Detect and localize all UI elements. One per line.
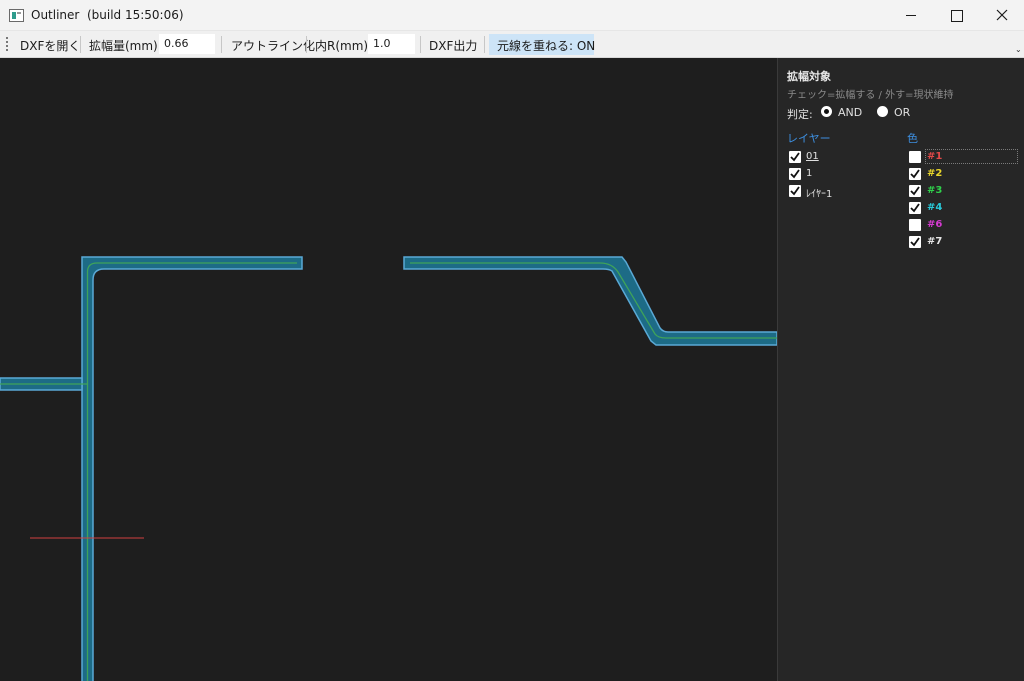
expansion-target-panel: 拡幅対象 チェック=拡幅する / 外す=現状維持 判定: AND OR レイヤー… (777, 58, 1024, 681)
close-button[interactable] (979, 0, 1024, 31)
checkmark-icon (910, 186, 920, 196)
open-dxf-button[interactable]: DXFを開く (20, 37, 80, 54)
toolbar-separator (80, 36, 81, 53)
checkmark-icon (910, 237, 920, 247)
color-checkbox-7[interactable] (909, 236, 921, 248)
app-window: Outliner (build 15:50:06) DXFを開く 拡幅量(mm)… (0, 0, 1024, 681)
toolbar-separator (420, 36, 421, 53)
checkmark-icon (910, 203, 920, 213)
layer-label-1[interactable]: 1 (806, 168, 812, 179)
color-checkbox-4[interactable] (909, 202, 921, 214)
layer-checkbox-layer1[interactable] (789, 185, 801, 197)
layers-heading: レイヤー (787, 132, 831, 145)
checkmark-icon (910, 169, 920, 179)
toolbar-grip-handle[interactable] (6, 37, 9, 52)
layer-checkbox-01[interactable] (789, 151, 801, 163)
color-checkbox-2[interactable] (909, 168, 921, 180)
mode-or-radio[interactable] (877, 106, 888, 117)
window-title: Outliner (build 15:50:06) (31, 8, 184, 22)
inner-radius-label: 内R(mm): (315, 39, 373, 53)
panel-hint: チェック=拡幅する / 外す=現状維持 (787, 90, 954, 101)
toolbar-overflow-icon[interactable]: ⌄ (1015, 45, 1022, 54)
layer-label-01[interactable]: 01 (806, 151, 819, 162)
outlined-path-left (0, 256, 303, 681)
title-bar: Outliner (build 15:50:06) (0, 0, 1024, 31)
outline-button[interactable]: アウトライン化 (231, 37, 315, 54)
expand-amount-input[interactable]: 0.66 (159, 34, 215, 54)
maximize-button[interactable] (933, 0, 979, 31)
drawing-canvas[interactable] (0, 58, 777, 681)
inner-radius-input[interactable]: 1.0 (368, 34, 415, 54)
mode-or-label[interactable]: OR (894, 106, 910, 119)
toolbar-separator (221, 36, 222, 53)
toolbar: DXFを開く 拡幅量(mm): 0.66 アウトライン化 内R(mm): 1.0… (0, 31, 1024, 58)
layer-label-layer1[interactable]: ﾚｲﾔｰ1 (806, 185, 832, 200)
checkmark-icon (790, 169, 800, 179)
colors-heading: 色 (907, 132, 918, 145)
toolbar-separator (306, 36, 307, 53)
color-label-1[interactable]: #1 (927, 151, 942, 162)
minimize-button[interactable] (888, 0, 934, 31)
checkmark-icon (790, 186, 800, 196)
color-label-2[interactable]: #2 (927, 168, 942, 179)
mode-and-radio[interactable] (821, 106, 832, 117)
color-checkbox-6[interactable] (909, 219, 921, 231)
overlay-original-toggle-label: 元線を重ねる: ON (497, 39, 596, 53)
checkmark-icon (790, 152, 800, 162)
color-label-4[interactable]: #4 (927, 202, 942, 213)
close-icon (996, 9, 1008, 21)
mode-label: 判定: (787, 108, 813, 121)
app-icon (9, 9, 24, 22)
toolbar-separator (484, 36, 485, 53)
color-label-3[interactable]: #3 (927, 185, 942, 196)
panel-title: 拡幅対象 (787, 70, 831, 83)
mode-and-label[interactable]: AND (838, 106, 862, 119)
color-label-6[interactable]: #6 (927, 219, 942, 230)
overlay-original-toggle[interactable]: 元線を重ねる: ON (489, 34, 596, 55)
color-checkbox-1[interactable] (909, 151, 921, 163)
dxf-export-button[interactable]: DXF出力 (429, 37, 477, 54)
expand-amount-label: 拡幅量(mm): (89, 39, 162, 53)
drawing-svg (0, 256, 777, 681)
outlined-path-right (403, 256, 777, 346)
color-checkbox-3[interactable] (909, 185, 921, 197)
color-label-7[interactable]: #7 (927, 236, 942, 247)
layer-checkbox-1[interactable] (789, 168, 801, 180)
